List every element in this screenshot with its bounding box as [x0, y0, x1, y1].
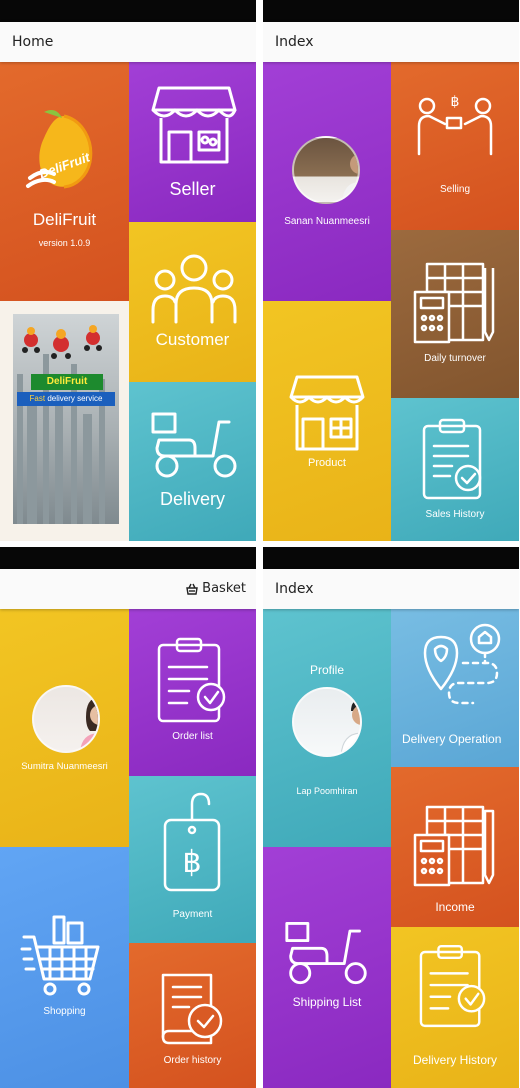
basket-button[interactable]: Basket	[186, 581, 246, 596]
mango-logo-icon	[26, 110, 93, 189]
sales-history-label: Sales History	[425, 509, 485, 520]
customer-tile[interactable]: Customer	[129, 222, 256, 382]
clipboard-check-icon	[419, 944, 486, 1028]
seller-avatar	[292, 136, 360, 204]
shopping-tile[interactable]: Shopping	[0, 847, 129, 1088]
customers-icon	[151, 254, 237, 324]
delivery-operation-tile[interactable]: Delivery Operation	[391, 609, 519, 767]
shipping-list-tile[interactable]: Shipping List	[263, 847, 391, 1088]
app-bar: Index	[263, 569, 519, 609]
svg-text:฿: ฿	[182, 845, 201, 880]
income-label: Income	[435, 900, 475, 914]
scooter-icon	[285, 921, 367, 985]
customer-index-screen: Basket Sumitra Nuanmeesri Shopping Order…	[0, 547, 256, 1088]
delivery-tile[interactable]: Delivery	[129, 382, 256, 541]
shopping-cart-icon	[20, 915, 100, 996]
order-history-label: Order history	[163, 1055, 222, 1066]
status-bar	[263, 547, 519, 569]
clipboard-check-icon	[157, 637, 226, 723]
customer-profile-tile[interactable]: Sumitra Nuanmeesri	[0, 609, 129, 847]
basket-icon	[186, 583, 198, 595]
shipping-list-label: Shipping List	[292, 995, 362, 1009]
status-bar	[263, 0, 519, 22]
profile-tile[interactable]: Profile Lap Poomhiran	[263, 609, 391, 847]
income-tile[interactable]: Income	[391, 767, 519, 927]
scooter-icon	[151, 412, 237, 478]
customer-label: Customer	[155, 330, 230, 349]
seller-index-screen: Index Sanan Nuanmeesri Product ฿ Selling	[263, 0, 519, 541]
route-map-icon	[423, 623, 501, 705]
daily-turnover-tile[interactable]: Daily turnover	[391, 230, 519, 398]
order-list-tile[interactable]: Order list	[129, 609, 256, 776]
app-bar: Index	[263, 22, 519, 62]
order-history-tile[interactable]: Order history	[129, 943, 256, 1088]
banner-tagline: Fast delivery service	[17, 392, 115, 406]
delivery-history-label: Delivery History	[412, 1053, 497, 1067]
page-title: Home	[12, 34, 54, 50]
customer-avatar	[32, 685, 100, 753]
clipboard-check-icon	[422, 418, 482, 500]
calculator-ledger-icon	[413, 262, 495, 344]
sales-history-tile[interactable]: Sales History	[391, 398, 519, 541]
payment-tile[interactable]: ฿ Payment	[129, 776, 256, 943]
delivery-riders-icon	[22, 325, 102, 359]
selling-icon: ฿	[417, 94, 493, 156]
status-bar	[0, 0, 256, 22]
courier-avatar	[292, 687, 362, 757]
payment-label: Payment	[172, 909, 213, 920]
product-tile[interactable]: Product	[263, 301, 391, 541]
seller-profile-tile[interactable]: Sanan Nuanmeesri	[263, 62, 391, 301]
order-list-label: Order list	[172, 731, 213, 742]
price-tag-baht-icon: ฿	[163, 792, 221, 892]
status-bar	[0, 547, 256, 569]
selling-tile[interactable]: ฿ Selling	[391, 62, 519, 230]
shop-icon	[151, 86, 237, 164]
app-version: version 1.0.9	[38, 238, 91, 248]
shopping-label: Shopping	[43, 1006, 86, 1017]
page-title: Index	[275, 581, 314, 597]
app-bar: Home	[0, 22, 256, 62]
app-bar: Basket	[0, 569, 256, 609]
svg-text:฿: ฿	[451, 94, 460, 110]
delivery-operation-label: Delivery Operation	[402, 732, 502, 746]
calculator-ledger-icon	[413, 805, 495, 887]
daily-turnover-label: Daily turnover	[424, 353, 486, 364]
shop-icon	[289, 375, 365, 451]
delivery-label: Delivery	[159, 489, 225, 509]
delivery-history-tile[interactable]: Delivery History	[391, 927, 519, 1088]
home-screen: Home DeliFruit DeliFruit version 1.0.9 D…	[0, 0, 256, 541]
profile-label: Profile	[309, 663, 344, 677]
selling-label: Selling	[439, 184, 471, 195]
seller-label: Seller	[169, 179, 216, 199]
promo-banner: DeliFruit Fast delivery service	[13, 314, 119, 524]
app-name: DeliFruit	[32, 210, 97, 229]
courier-name: Lap Poomhiran	[296, 786, 358, 796]
banner-logo: DeliFruit	[31, 374, 103, 390]
app-logo-tile: DeliFruit DeliFruit version 1.0.9	[0, 62, 129, 301]
product-label: Product	[308, 457, 346, 469]
basket-label: Basket	[202, 581, 246, 596]
delivery-index-screen: Index Profile Lap Poomhiran Shipping Lis…	[263, 547, 519, 1088]
customer-name: Sumitra Nuanmeesri	[21, 761, 108, 772]
page-title: Index	[275, 34, 314, 50]
book-check-icon	[161, 973, 223, 1045]
seller-name: Sanan Nuanmeesri	[284, 216, 370, 227]
seller-tile[interactable]: Seller	[129, 62, 256, 222]
